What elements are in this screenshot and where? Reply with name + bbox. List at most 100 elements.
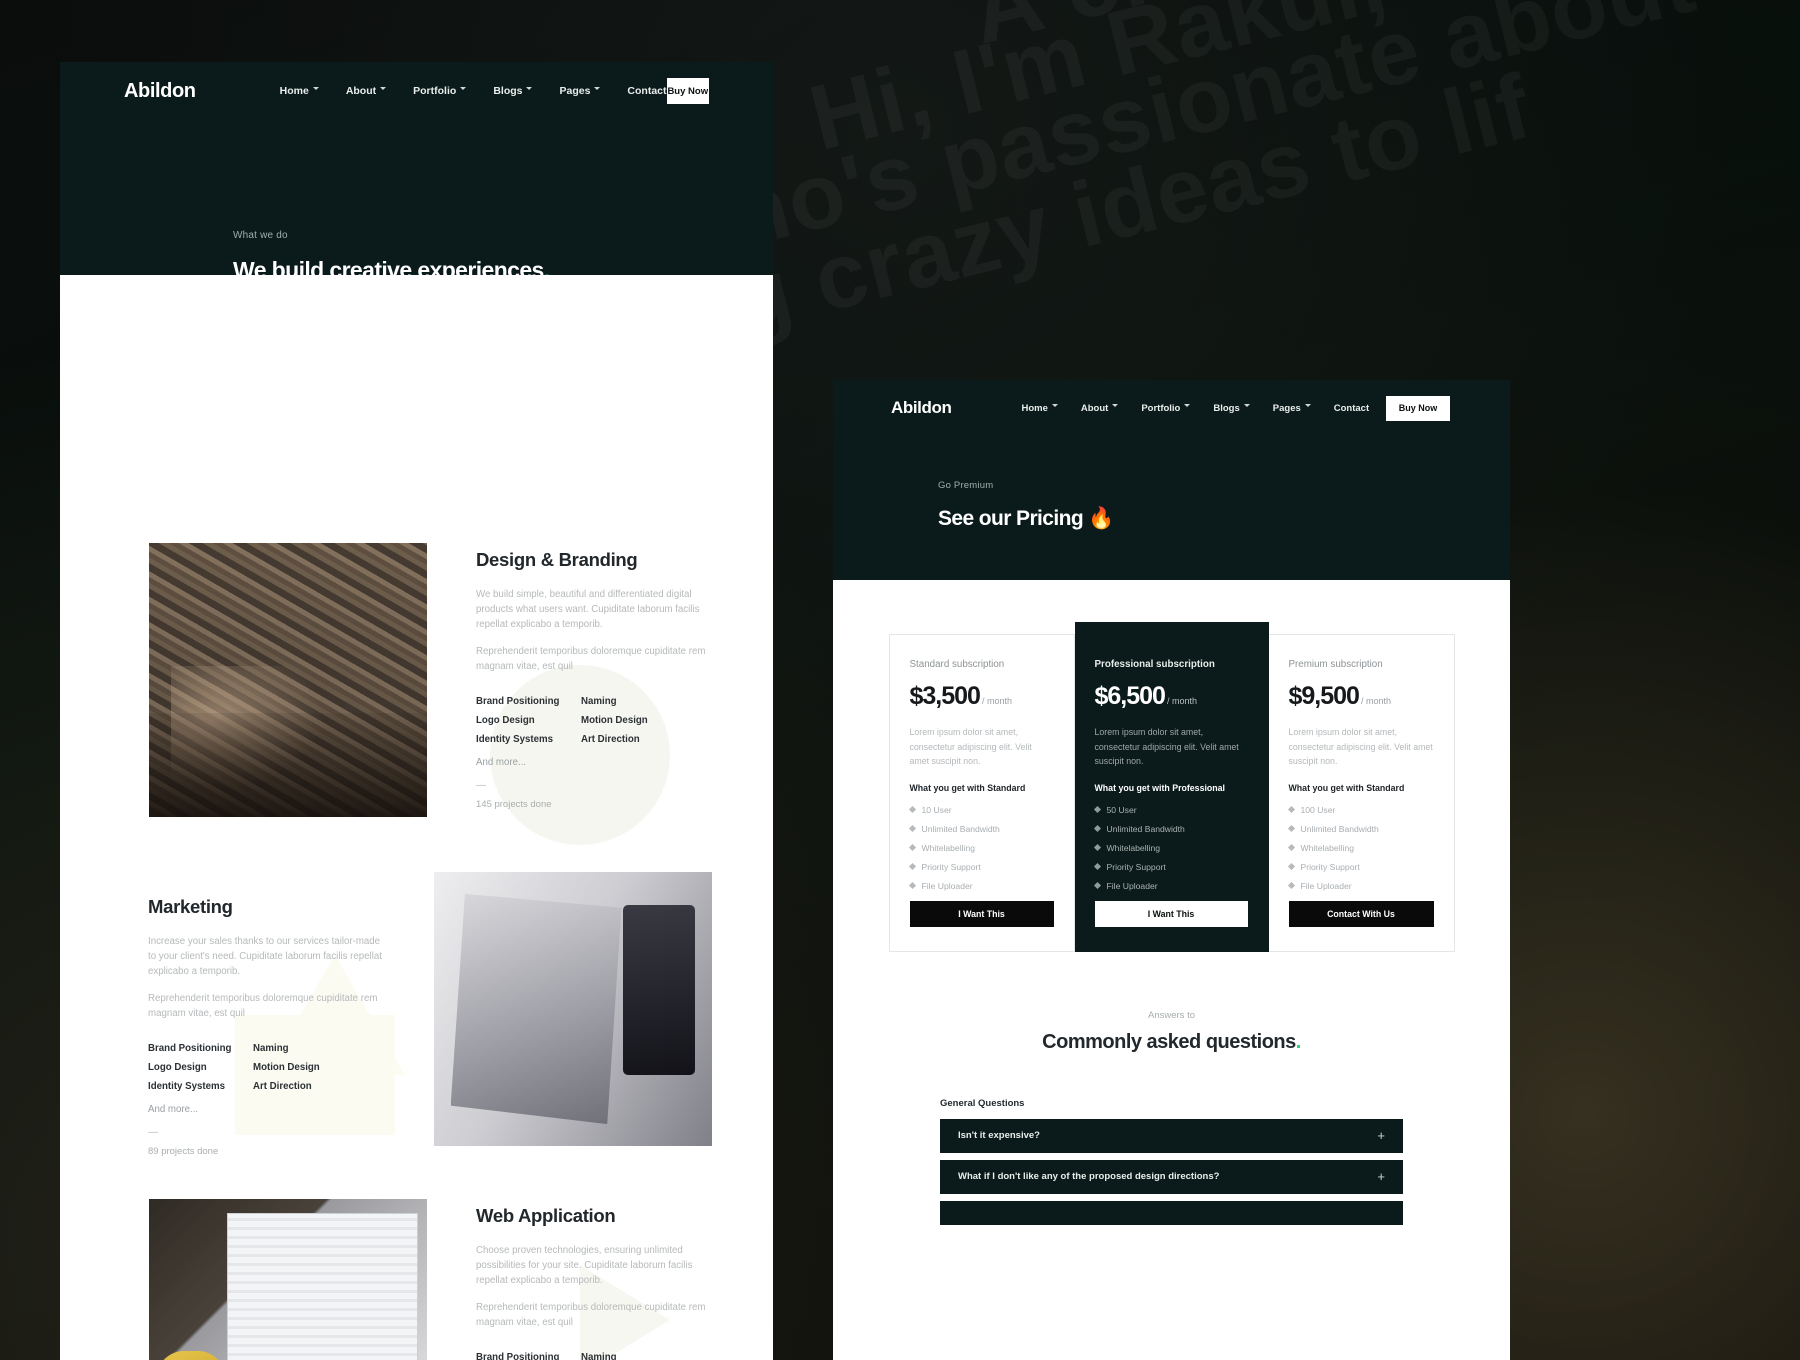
diamond-bullet-icon [1287,824,1295,833]
plan-cta-button[interactable]: I Want This [909,900,1054,927]
faq-item[interactable] [940,1200,1403,1225]
plan-feature-list: 50 User Unlimited Bandwidth Whitelabelli… [1093,804,1248,891]
diamond-bullet-icon [908,824,916,833]
diamond-bullet-icon [908,862,916,871]
service-feature: Logo Design [476,715,535,727]
plan-description: Lorem ipsum dolor sit amet, consectetur … [909,727,1032,766]
faq-group-label: General Questions [940,1097,1025,1109]
plan-feature: File Uploader [1287,881,1434,891]
plan-feature: 100 User [1287,804,1434,815]
plan-feature-label: Unlimited Bandwidth [921,823,1000,834]
plan-feature-label: 100 User [1300,804,1336,815]
faq-title-text: Commonly asked questions [1042,1030,1296,1053]
service-feature-grid: Brand Positioning Naming Logo Design Mot… [476,1352,711,1360]
nav-label: Portfolio [413,85,457,97]
faq-item[interactable]: What if I don't like any of the proposed… [940,1159,1403,1194]
nav-item-pages[interactable]: Pages [1273,403,1312,414]
service-feature: Naming [253,1043,289,1055]
nav-label: Portfolio [1141,402,1181,414]
plan-feature-label: Priority Support [1300,861,1360,872]
plan-feature-label: Priority Support [1106,861,1166,872]
plan-feature-label: File Uploader [921,880,973,891]
plan-feature-label: 50 User [1106,804,1137,815]
plan-feature-label: File Uploader [1106,880,1158,891]
brand-logo[interactable]: Abildon [891,398,952,418]
nav-label: Home [279,85,309,97]
service-feature: Art Direction [253,1081,312,1093]
service-feature: Identity Systems [148,1081,225,1093]
main-nav: Home About Portfolio Blogs Pages Contact [1021,403,1369,414]
diamond-bullet-icon [1093,881,1101,890]
service-feature: Naming [581,1352,617,1360]
plus-icon[interactable]: + [1377,1170,1385,1183]
service-feature-grid: Brand Positioning Naming Logo Design Mot… [476,696,711,745]
diamond-bullet-icon [1287,843,1295,852]
nav-label: About [345,85,377,97]
nav-item-about[interactable]: About [346,85,387,97]
nav-item-contact[interactable]: Contact [1334,403,1369,414]
pricing-card-premium: Premium subscription $9,500 / month Lore… [1268,634,1455,952]
plan-amount: $9,500 [1288,682,1360,710]
diamond-bullet-icon [1093,805,1101,814]
plan-price: $3,500 / month [910,682,1054,711]
plan-feature: Priority Support [908,861,1054,872]
nav-item-blogs[interactable]: Blogs [1213,403,1250,414]
service-row-web-application: Web Application Choose proven technologi… [149,1199,711,1360]
diamond-bullet-icon [1287,805,1295,814]
plan-cta-button[interactable]: I Want This [1094,900,1248,927]
nav-item-about[interactable]: About [1081,403,1119,414]
plan-feature-label: 10 User [921,804,952,815]
brand-logo[interactable]: Abildon [124,80,196,103]
faq-item[interactable]: Isn't it expensive? + [940,1118,1403,1153]
buy-now-button[interactable]: Buy Now [1386,395,1450,421]
fire-icon: 🔥 [1088,507,1114,530]
diamond-bullet-icon [1093,862,1101,871]
right-page-body: Standard subscription $3,500 / month Lor… [833,580,1510,1360]
hero-eyebrow: Go Premium [938,480,994,491]
service-text: Design & Branding We build simple, beaut… [476,543,711,817]
diamond-bullet-icon [908,805,916,814]
chevron-down-icon [526,86,533,94]
service-divider-dash: — [476,780,487,792]
accent-dot: . [1295,1030,1302,1053]
service-paragraph: We build simple, beautiful and different… [476,589,700,631]
plan-feature-label: Priority Support [921,861,981,872]
service-image [434,872,712,1146]
plan-period: / month [1360,696,1391,706]
faq-title: Commonly asked questions. [833,1031,1510,1054]
nav-item-portfolio[interactable]: Portfolio [1141,403,1191,414]
main-nav: Home About Portfolio Blogs Pages Contact [280,85,667,97]
plan-cta-button[interactable]: Contact With Us [1288,900,1434,927]
nav-label: Blogs [1213,402,1240,414]
buy-now-button[interactable]: Buy Now [666,78,709,104]
right-site-header: Abildon Home About Portfolio Blogs Pages… [833,380,1510,580]
nav-item-portfolio[interactable]: Portfolio [413,85,467,97]
left-page-body: Design & Branding We build simple, beaut… [60,275,773,1360]
service-feature: Naming [581,696,617,708]
plan-feature-label: Whitelabelling [921,842,976,853]
plan-description: Lorem ipsum dolor sit amet, consectetur … [1288,727,1433,766]
nav-item-home[interactable]: Home [280,85,320,97]
service-paragraph: Reprehenderit temporibus doloremque cupi… [148,993,378,1020]
plan-feature: 50 User [1093,804,1248,815]
nav-item-pages[interactable]: Pages [559,85,601,97]
hero-title-text: See our Pricing [938,507,1084,530]
nav-item-blogs[interactable]: Blogs [493,85,533,97]
chevron-down-icon [1112,403,1119,411]
plan-price: $6,500 / month [1095,682,1248,711]
diamond-bullet-icon [1093,824,1101,833]
chevron-down-icon [1304,403,1312,411]
service-title: Design & Branding [476,549,638,570]
service-projects-count: 89 projects done [148,1146,219,1158]
faq-question: Isn't it expensive? [958,1130,1040,1141]
nav-item-home[interactable]: Home [1021,403,1058,414]
plan-amount: $3,500 [909,682,981,710]
plan-price: $9,500 / month [1289,682,1434,711]
service-text: Marketing Increase your sales thanks to … [148,872,383,1157]
plan-features-heading: What you get with Standard [909,782,1026,793]
nav-item-contact[interactable]: Contact [627,85,666,97]
plan-amount: $6,500 [1094,682,1166,710]
plus-icon[interactable]: + [1377,1129,1385,1142]
plan-feature: Whitelabelling [1093,843,1248,853]
plan-period: / month [981,696,1012,706]
